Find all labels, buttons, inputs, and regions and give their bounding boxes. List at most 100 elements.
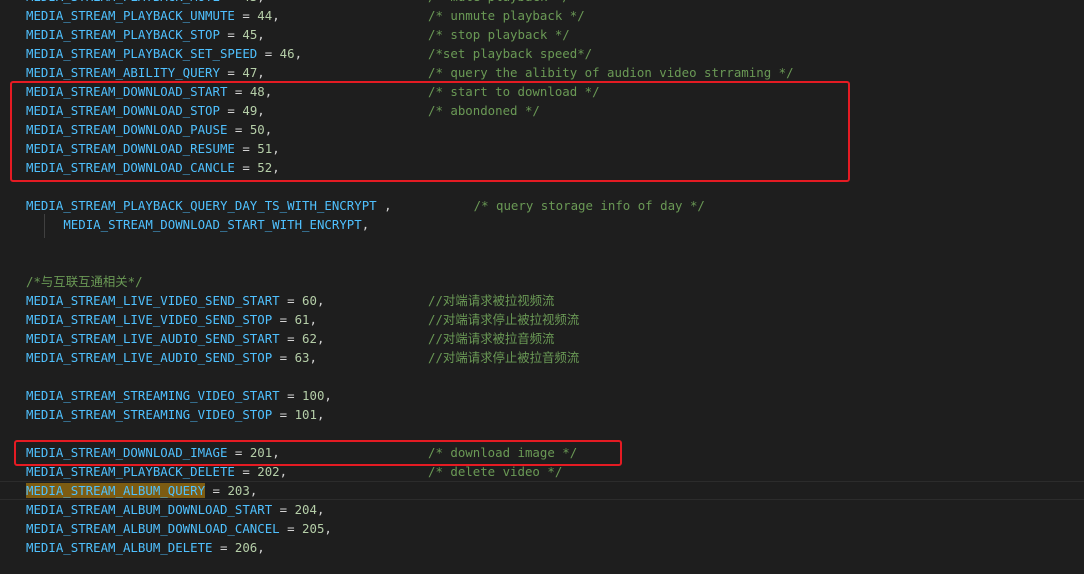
code-identifier: MEDIA_STREAM_LIVE_AUDIO_SEND_STOP [26, 350, 273, 365]
code-line[interactable]: MEDIA_STREAM_ALBUM_DOWNLOAD_CANCEL = 205… [0, 519, 1084, 538]
code-line[interactable]: MEDIA_STREAM_STREAMING_VIDEO_START = 100… [0, 386, 1084, 405]
code-identifier: MEDIA_STREAM_PLAYBACK_SET_SPEED [26, 46, 258, 61]
code-punctuation: , [279, 464, 288, 479]
code-number: 45 [242, 27, 258, 42]
code-punctuation: , [316, 502, 325, 517]
code-text: MEDIA_STREAM_ABILITY_QUERY = 47, [26, 63, 265, 82]
code-identifier: MEDIA_STREAM_STREAMING_VIDEO_STOP [26, 407, 273, 422]
code-line[interactable]: /*与互联互通相关*/ [0, 272, 1084, 291]
code-line[interactable]: MEDIA_STREAM_PLAYBACK_UNMUTE = 44, /* unm… [0, 6, 1084, 25]
inline-comment: //对端请求被拉视频流 [428, 293, 555, 308]
code-line[interactable]: MEDIA_STREAM_ALBUM_DOWNLOAD_START = 204, [0, 500, 1084, 519]
code-punctuation: , [316, 293, 325, 308]
code-text: MEDIA_STREAM_PLAYBACK_QUERY_DAY_TS_WITH_… [26, 196, 705, 215]
code-text: MEDIA_STREAM_ALBUM_DOWNLOAD_START = 204, [26, 500, 324, 519]
code-number: 205 [302, 521, 325, 536]
code-identifier: MEDIA_STREAM_LIVE_VIDEO_SEND_STOP [26, 312, 273, 327]
code-punctuation: = [279, 293, 303, 308]
code-punctuation: = [220, 0, 242, 4]
code-identifier: MEDIA_STREAM_PLAYBACK_STOP [26, 27, 220, 42]
code-punctuation: = [272, 407, 295, 422]
code-number: 100 [302, 388, 325, 403]
code-punctuation: , [376, 198, 474, 213]
code-punctuation: , [257, 27, 265, 42]
code-line[interactable]: MEDIA_STREAM_DOWNLOAD_START_WITH_ENCRYPT… [0, 215, 1084, 234]
code-comment: /*与互联互通相关*/ [26, 274, 143, 289]
code-identifier: MEDIA_STREAM_ALBUM_DELETE [26, 540, 213, 555]
inline-comment: /* unmute playback */ [428, 8, 585, 23]
code-line[interactable]: MEDIA_STREAM_PLAYBACK_SET_SPEED = 46, /*s… [0, 44, 1084, 63]
code-text: MEDIA_STREAM_LIVE_VIDEO_SEND_STOP = 61, [26, 310, 317, 329]
code-line[interactable]: MEDIA_STREAM_ALBUM_QUERY = 203, [0, 481, 1084, 500]
code-number: 204 [294, 502, 317, 517]
code-punctuation: , [309, 312, 317, 327]
code-punctuation: , [324, 521, 332, 536]
code-text: MEDIA_STREAM_DOWNLOAD_START_WITH_ENCRYPT… [26, 215, 369, 234]
code-punctuation: = [219, 65, 243, 80]
annotation-box-download-commands [10, 81, 850, 182]
code-number: 202 [257, 464, 280, 479]
code-punctuation: , [294, 46, 303, 61]
code-punctuation: , [257, 540, 265, 555]
code-text: MEDIA_STREAM_PLAYBACK_UNMUTE = 44, [26, 6, 280, 25]
code-number: 206 [234, 540, 258, 555]
code-punctuation: = [279, 521, 303, 536]
inline-comment: /*set playback speed*/ [428, 46, 593, 61]
code-punctuation: , [324, 388, 332, 403]
code-identifier: MEDIA_STREAM_PLAYBACK_QUERY_DAY_TS_WITH_… [26, 198, 377, 213]
code-line[interactable]: MEDIA_STREAM_STREAMING_VIDEO_STOP = 101, [0, 405, 1084, 424]
code-punctuation: , [249, 483, 258, 498]
code-identifier: MEDIA_STREAM_ALBUM_DOWNLOAD_START [26, 502, 273, 517]
code-punctuation: , [316, 331, 325, 346]
code-text: MEDIA_STREAM_LIVE_AUDIO_SEND_STOP = 63, [26, 348, 317, 367]
code-line[interactable]: MEDIA_STREAM_PLAYBACK_QUERY_DAY_TS_WITH_… [0, 196, 1084, 215]
code-number: 44 [257, 8, 273, 23]
code-punctuation: , [272, 8, 280, 23]
code-text: MEDIA_STREAM_ALBUM_DELETE = 206, [26, 538, 265, 557]
code-punctuation: , [257, 0, 264, 4]
code-line[interactable] [0, 253, 1084, 272]
code-line[interactable]: MEDIA_STREAM_LIVE_VIDEO_SEND_STOP = 61, /… [0, 310, 1084, 329]
code-comment: /* query storage info of day */ [473, 198, 705, 213]
code-punctuation: = [205, 483, 228, 498]
code-punctuation: , [361, 217, 370, 232]
code-punctuation: , [309, 350, 317, 365]
code-identifier: MEDIA_STREAM_LIVE_VIDEO_SEND_START [26, 293, 280, 308]
code-line[interactable]: MEDIA_STREAM_LIVE_AUDIO_SEND_STOP = 63, /… [0, 348, 1084, 367]
code-identifier: MEDIA_STREAM_PLAYBACK_DELETE [26, 464, 235, 479]
code-line[interactable]: MEDIA_STREAM_LIVE_AUDIO_SEND_START = 62,… [0, 329, 1084, 348]
code-number: 46 [279, 46, 295, 61]
code-identifier: MEDIA_STREAM_PLAYBACK_MUTE [26, 0, 220, 4]
code-line[interactable]: MEDIA_STREAM_ALBUM_DELETE = 206, [0, 538, 1084, 557]
code-identifier: MEDIA_STREAM_ABILITY_QUERY [26, 65, 220, 80]
inline-comment: //对端请求停止被拉视频流 [428, 312, 580, 327]
code-line[interactable]: MEDIA_STREAM_ABILITY_QUERY = 47, /* query… [0, 63, 1084, 82]
code-line[interactable]: MEDIA_STREAM_PLAYBACK_STOP = 45, /* stop … [0, 25, 1084, 44]
code-text: MEDIA_STREAM_LIVE_AUDIO_SEND_START = 62, [26, 329, 324, 348]
code-number: 203 [227, 483, 250, 498]
code-punctuation: = [272, 350, 295, 365]
code-line[interactable] [0, 367, 1084, 386]
code-punctuation: = [279, 331, 303, 346]
inline-comment: /* stop playback */ [428, 27, 570, 42]
code-punctuation: = [234, 464, 258, 479]
code-punctuation: = [234, 8, 258, 23]
code-line[interactable] [0, 234, 1084, 253]
code-punctuation: = [279, 388, 303, 403]
code-text: /*与互联互通相关*/ [26, 272, 143, 291]
code-text: MEDIA_STREAM_STREAMING_VIDEO_STOP = 101, [26, 405, 324, 424]
code-number: 61 [294, 312, 310, 327]
code-number: 43 [242, 0, 257, 4]
code-punctuation: = [272, 312, 295, 327]
code-text: MEDIA_STREAM_PLAYBACK_STOP = 45, [26, 25, 265, 44]
code-punctuation: , [316, 407, 325, 422]
code-identifier: MEDIA_STREAM_STREAMING_VIDEO_START [26, 388, 280, 403]
code-editor[interactable]: MEDIA_STREAM_PLAYBACK_MUTE = 43,/* mute … [0, 0, 1084, 574]
code-line[interactable]: MEDIA_STREAM_LIVE_VIDEO_SEND_START = 60,… [0, 291, 1084, 310]
code-punctuation: = [257, 46, 280, 61]
code-number: 60 [302, 293, 317, 308]
code-identifier: MEDIA_STREAM_ALBUM_DOWNLOAD_CANCEL [26, 521, 280, 536]
code-identifier: MEDIA_STREAM_DOWNLOAD_START_WITH_ENCRYPT [63, 217, 362, 232]
code-text: MEDIA_STREAM_ALBUM_DOWNLOAD_CANCEL = 205… [26, 519, 332, 538]
highlighted-identifier: MEDIA_STREAM_ALBUM_QUERY [26, 483, 206, 498]
